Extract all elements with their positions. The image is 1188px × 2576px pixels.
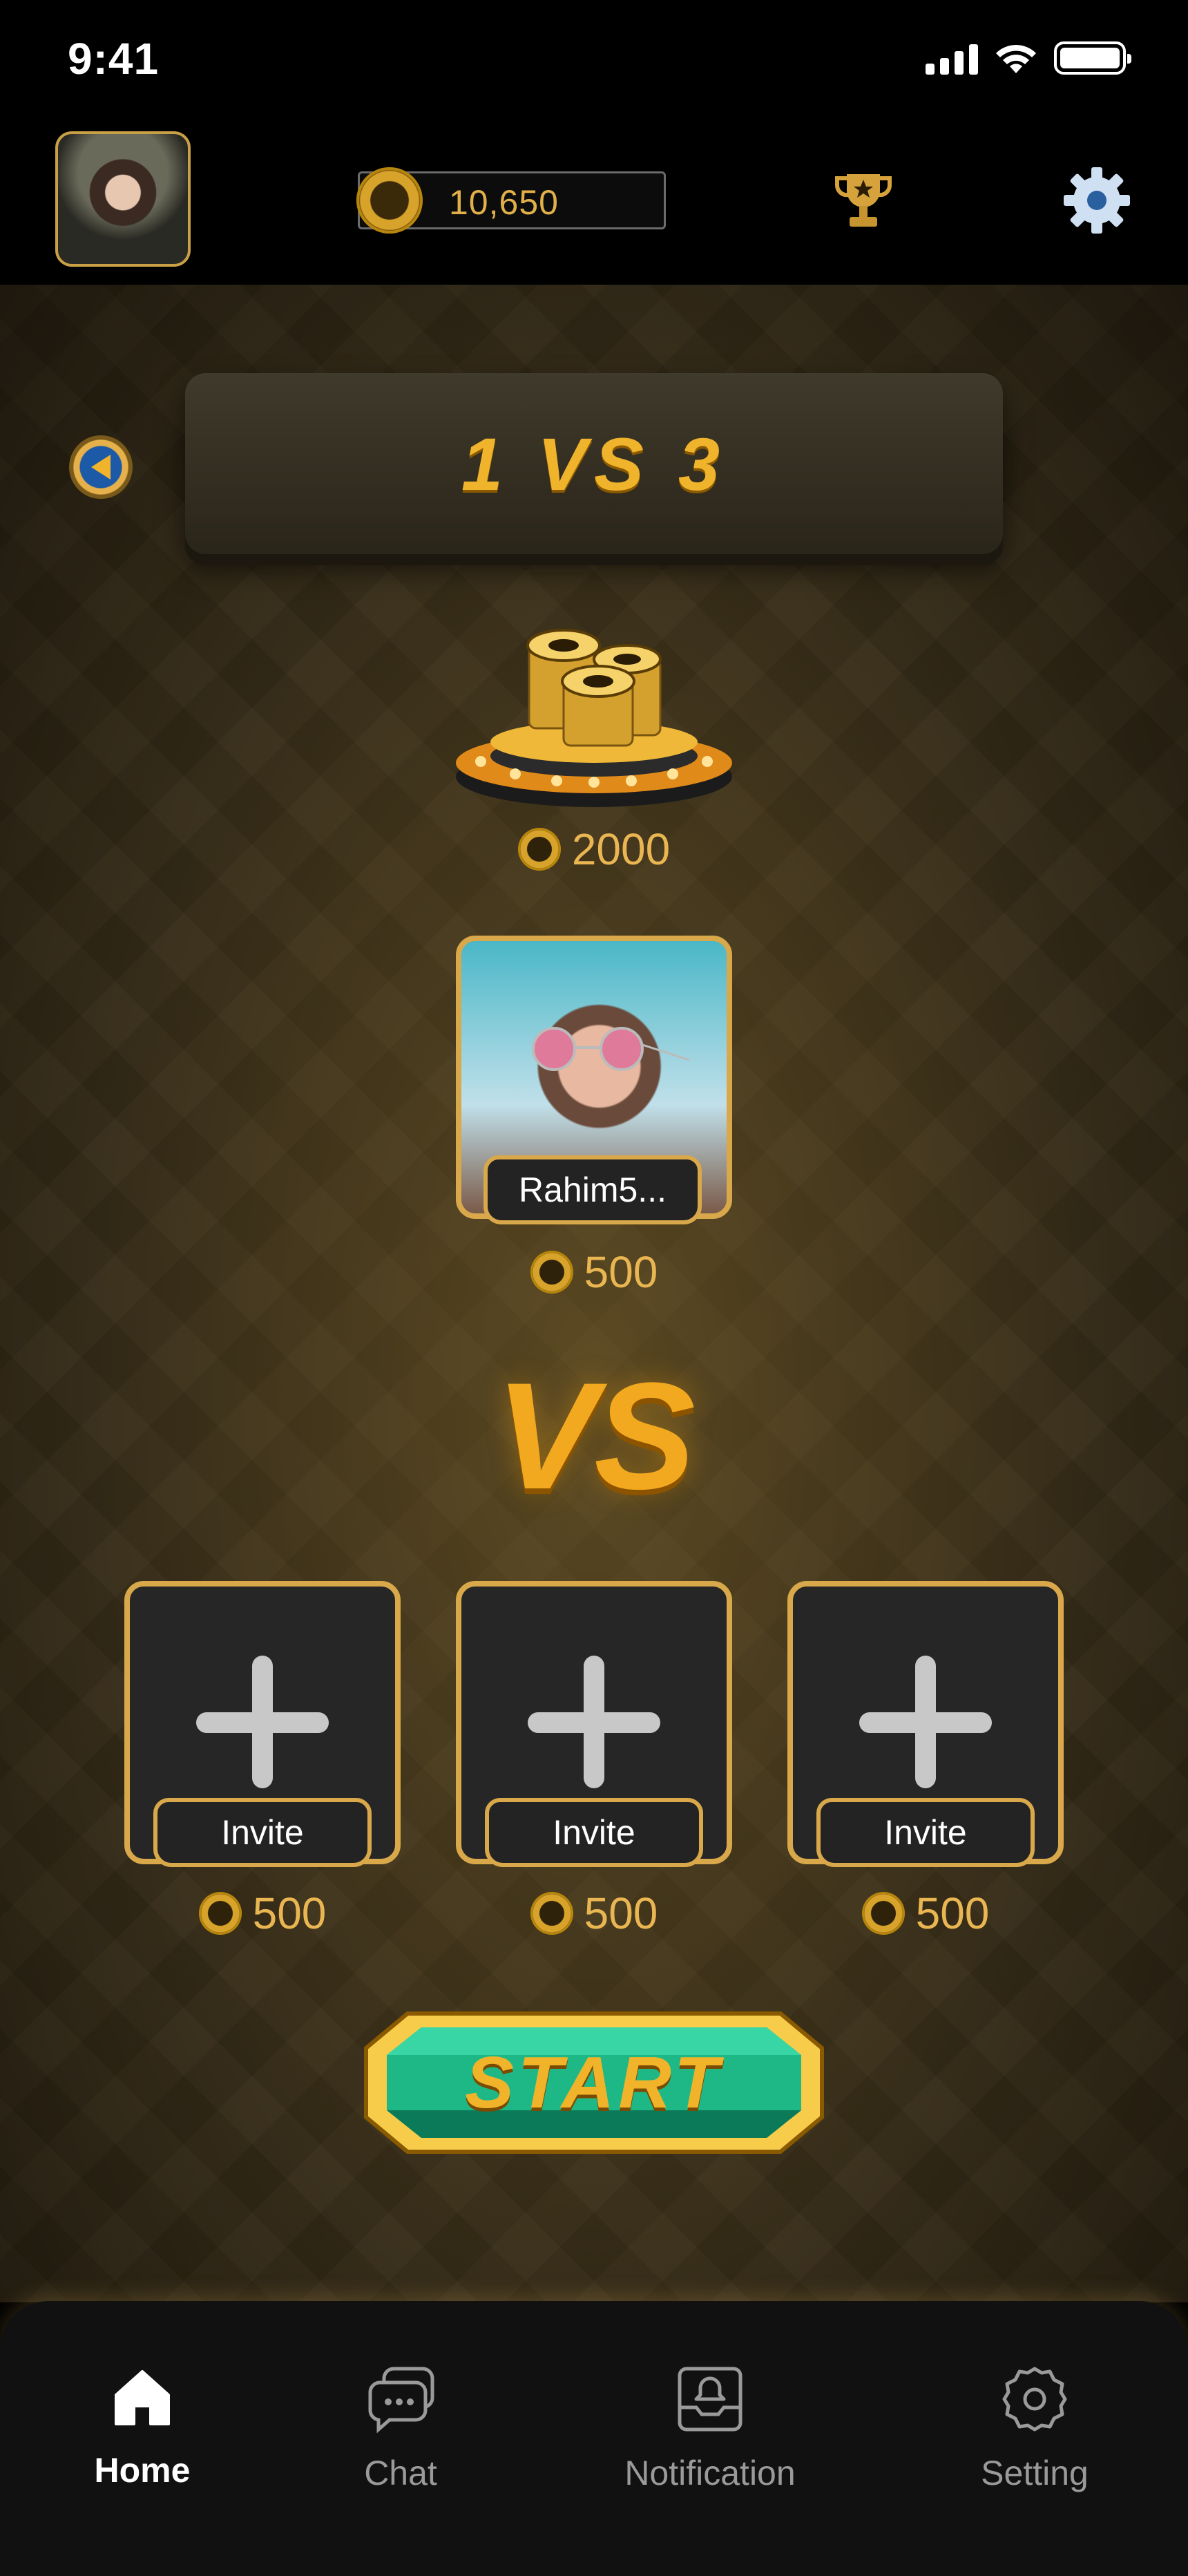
nav-chat-label: Chat [364,2454,437,2492]
chat-icon [368,2367,434,2434]
slot-stake-row-3: 500 [787,1888,1064,1939]
player-stake-row: 500 [0,1247,1188,1298]
wifi-icon [996,44,1036,73]
bottom-nav: Home Chat Notification Setting [0,2301,1188,2576]
player-name-tag: Rahim5... [483,1155,702,1224]
invite-button-3[interactable]: Invite [816,1798,1035,1867]
invite-button-1[interactable]: Invite [153,1798,372,1867]
slot-stake-row-1: 500 [124,1888,401,1939]
prize-amount: 2000 [571,824,671,874]
nav-notification[interactable]: Notification [606,2365,814,2493]
user-avatar[interactable] [55,131,191,267]
nav-setting-label: Setting [981,2454,1089,2492]
vs-label: VS [495,1351,695,1521]
start-button[interactable]: START [359,2000,829,2166]
coin-icon [861,1892,905,1935]
player-photo [532,1027,690,1071]
nav-home-label: Home [94,2451,191,2490]
gear-icon[interactable] [1061,164,1133,236]
slot-stake: 500 [252,1888,327,1938]
setting-icon [1002,2367,1067,2432]
slot-stake-row-2: 500 [456,1888,732,1939]
invite-button-2[interactable]: Invite [485,1798,703,1867]
prize-amount-row: 2000 [0,824,1188,875]
back-button[interactable] [69,435,133,499]
home-icon [115,2370,170,2425]
nav-setting[interactable]: Setting [931,2365,1138,2493]
coin-icon [356,167,423,234]
back-arrow-icon [91,455,111,480]
status-icons [926,41,1131,75]
status-bar: 9:41 [0,0,1188,131]
coin-icon [517,828,561,871]
match-title: 1 VS 3 [461,422,727,506]
game-lobby: 1 VS 3 2000 Rahim5... 500 VS Invite 500 … [0,285,1188,2302]
signal-icon [926,41,978,75]
slot-stake: 500 [584,1888,658,1938]
title-panel: 1 VS 3 [185,373,1003,554]
coin-balance: 10,650 [449,183,559,222]
top-bar: 10,650 [0,131,1188,285]
coin-icon [198,1892,242,1935]
nav-notification-label: Notification [624,2454,796,2492]
coin-icon [530,1251,573,1294]
trophy-icon[interactable] [833,170,894,232]
slot-stake: 500 [915,1888,990,1938]
status-time: 9:41 [68,34,160,84]
prize-coins-stage [456,629,732,807]
coin-icon [530,1892,573,1935]
nav-home[interactable]: Home [39,2365,246,2490]
battery-icon [1054,41,1131,75]
player-stake: 500 [584,1247,658,1297]
notification-icon [678,2367,742,2432]
nav-chat[interactable]: Chat [297,2365,504,2493]
